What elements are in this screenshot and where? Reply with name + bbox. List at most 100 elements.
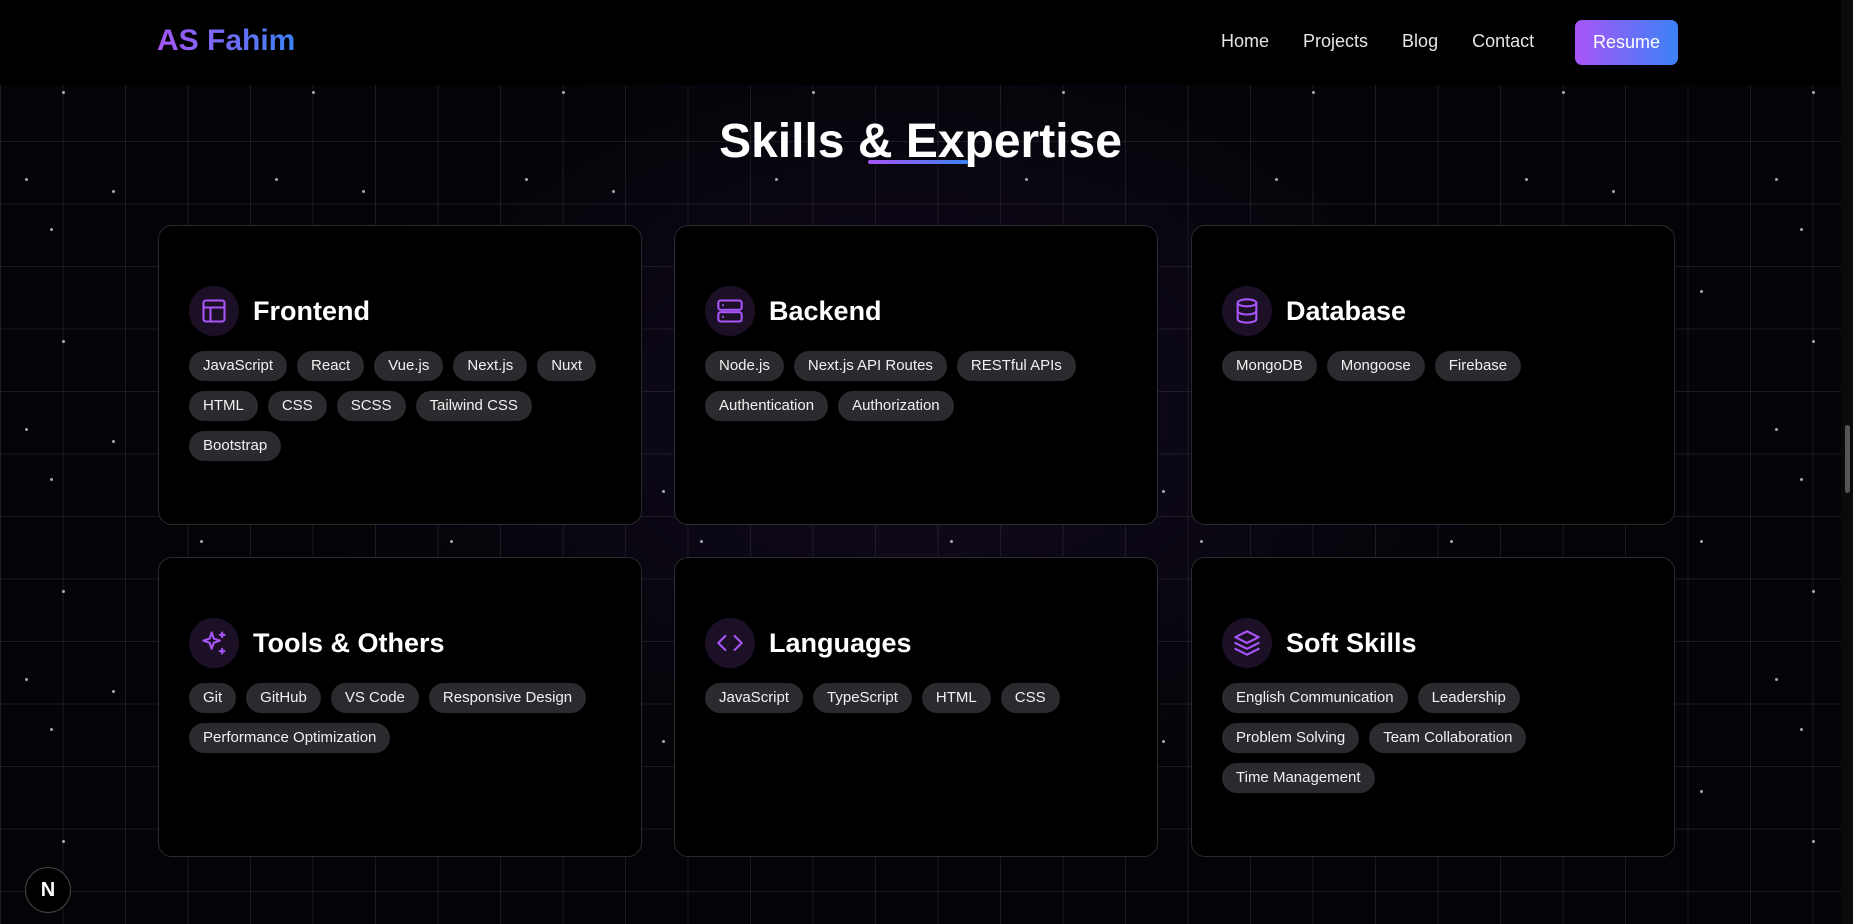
nav-home[interactable]: Home: [1221, 31, 1269, 52]
star-dot: [612, 190, 615, 193]
star-dot: [1812, 840, 1815, 843]
skill-tag: Nuxt: [537, 351, 597, 381]
skill-card-tools: Tools & Others Git GitHub VS Code Responsiv…: [158, 557, 642, 857]
tag-list: Node.js Next.js API Routes RESTful APIs Aut…: [705, 351, 1127, 421]
star-dot: [1812, 590, 1815, 593]
star-dot: [62, 340, 65, 343]
star-dot: [50, 478, 53, 481]
brand-logo[interactable]: AS Fahim: [157, 24, 295, 58]
skill-tag: JavaScript: [189, 351, 288, 381]
skill-tag: TypeScript: [813, 683, 912, 713]
nextjs-dev-badge[interactable]: N: [25, 867, 71, 913]
tag-list: JavaScript React Vue.js Next.js Nuxt HTML CSS S…: [189, 351, 611, 461]
main-nav: Home Projects Blog Contact: [1221, 31, 1534, 52]
skill-tag: HTML: [189, 391, 258, 421]
nav-contact[interactable]: Contact: [1472, 31, 1534, 52]
skill-tag: Mongoose: [1326, 351, 1425, 381]
card-title: Backend: [769, 295, 882, 326]
star-dot: [1775, 428, 1778, 431]
skill-tag: Git: [189, 683, 237, 713]
star-dot: [562, 91, 565, 94]
star-dot: [112, 690, 115, 693]
skill-tag: Node.js: [705, 351, 784, 381]
star-dot: [1800, 478, 1803, 481]
star-dot: [1525, 178, 1528, 181]
star-dot: [812, 91, 815, 94]
star-dot: [1800, 228, 1803, 231]
star-dot: [1200, 540, 1203, 543]
star-dot: [1800, 728, 1803, 731]
star-dot: [662, 490, 665, 493]
skill-tag: HTML: [921, 683, 991, 713]
star-dot: [50, 228, 53, 231]
star-dot: [200, 540, 203, 543]
star-dot: [362, 190, 365, 193]
nav-projects[interactable]: Projects: [1303, 31, 1368, 52]
nav-blog[interactable]: Blog: [1402, 31, 1438, 52]
star-dot: [275, 178, 278, 181]
skill-card-database: Database MongoDB Mongoose Firebase: [1191, 225, 1675, 525]
skill-tag: Authorization: [838, 391, 954, 421]
top-navbar: AS Fahim Home Projects Blog Contact Resu…: [0, 0, 1841, 85]
star-dot: [1812, 340, 1815, 343]
star-dot: [1700, 290, 1703, 293]
skill-tag: JavaScript: [705, 683, 804, 713]
skill-tag: Authentication: [705, 391, 829, 421]
skill-tag: Problem Solving: [1222, 723, 1360, 753]
skill-tag: React: [297, 351, 365, 381]
skill-tag: Tailwind CSS: [415, 391, 532, 421]
title-underline: [868, 160, 968, 164]
star-dot: [1562, 91, 1565, 94]
layout-icon: [189, 286, 239, 336]
skill-card-languages: Languages JavaScript TypeScript HTML CSS: [674, 557, 1158, 857]
star-dot: [950, 540, 953, 543]
tag-list: Git GitHub VS Code Responsive Design Perform…: [189, 683, 611, 753]
star-dot: [1775, 678, 1778, 681]
star-dot: [1812, 91, 1815, 94]
star-dot: [1025, 178, 1028, 181]
card-title: Tools & Others: [253, 627, 445, 658]
skill-card-backend: Backend Node.js Next.js API Routes RESTful…: [674, 225, 1158, 525]
skill-tag: CSS: [267, 391, 327, 421]
star-dot: [1312, 91, 1315, 94]
star-dot: [1062, 91, 1065, 94]
star-dot: [662, 740, 665, 743]
tag-list: English Communication Leadership Problem S…: [1222, 683, 1644, 793]
scrollbar[interactable]: [1841, 0, 1853, 924]
star-dot: [62, 840, 65, 843]
tag-list: MongoDB Mongoose Firebase: [1222, 351, 1644, 381]
star-dot: [700, 540, 703, 543]
skill-tag: MongoDB: [1222, 351, 1317, 381]
scrollbar-thumb[interactable]: [1845, 425, 1850, 493]
star-dot: [525, 178, 528, 181]
skill-tag: VS Code: [330, 683, 419, 713]
skill-tag: Responsive Design: [428, 683, 587, 713]
skill-tag: Next.js API Routes: [793, 351, 947, 381]
server-icon: [705, 286, 755, 336]
skill-tag: Vue.js: [374, 351, 444, 381]
star-dot: [1162, 490, 1165, 493]
star-dot: [450, 540, 453, 543]
database-icon: [1222, 286, 1272, 336]
star-dot: [775, 178, 778, 181]
skill-tag: GitHub: [246, 683, 321, 713]
star-dot: [112, 190, 115, 193]
resume-button[interactable]: Resume: [1575, 20, 1678, 65]
skill-tag: RESTful APIs: [956, 351, 1076, 381]
star-dot: [312, 91, 315, 94]
card-title: Languages: [769, 627, 912, 658]
star-dot: [25, 428, 28, 431]
star-dot: [1612, 190, 1615, 193]
star-dot: [25, 178, 28, 181]
star-dot: [1450, 540, 1453, 543]
star-dot: [50, 728, 53, 731]
card-title: Soft Skills: [1286, 627, 1417, 658]
star-dot: [1700, 540, 1703, 543]
star-dot: [1775, 178, 1778, 181]
skill-card-soft-skills: Soft Skills English Communication Leaders…: [1191, 557, 1675, 857]
star-dot: [1275, 178, 1278, 181]
tag-list: JavaScript TypeScript HTML CSS: [705, 683, 1127, 713]
skill-tag: Team Collaboration: [1369, 723, 1527, 753]
card-title: Database: [1286, 295, 1407, 326]
skill-tag: Time Management: [1222, 763, 1375, 793]
